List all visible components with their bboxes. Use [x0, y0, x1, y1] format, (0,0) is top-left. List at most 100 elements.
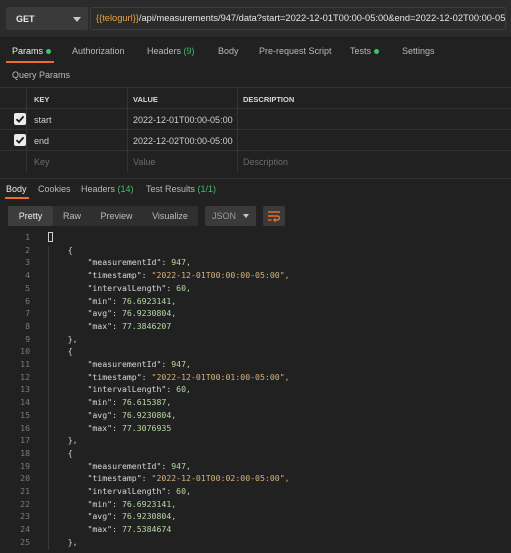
format-preview-button[interactable]: Preview — [91, 206, 142, 226]
tab-pre-request-script-label: Pre-request Script — [259, 46, 332, 56]
code-line: 22 "min": 76.6923141, — [0, 498, 511, 511]
code-text: "avg": 76.9230804, — [87, 409, 177, 420]
tab-tests-label: Tests — [350, 46, 372, 56]
tab-response-headers[interactable]: Headers (14) — [81, 184, 134, 194]
param-value-cell[interactable]: 2022-12-02T00:00-05:00 — [127, 130, 237, 151]
tab-body[interactable]: Body — [218, 46, 239, 56]
tab-headers[interactable]: Headers (9) — [147, 46, 195, 56]
table-row-new: Key Value Description — [0, 150, 511, 172]
json-value: 947, — [171, 257, 191, 268]
description-placeholder: Description — [243, 157, 289, 167]
wrap-lines-button[interactable] — [263, 206, 285, 226]
code-line: 6 "min": 76.6923141, — [0, 295, 511, 308]
code-line: 15 "avg": 76.9230804, — [0, 409, 511, 422]
json-value: 76.9230804, — [121, 511, 177, 522]
url-input[interactable]: {{telogurl}}/api/measurements/947/data?s… — [90, 7, 506, 30]
code-line: 25 }, — [0, 536, 511, 549]
active-response-tab-indicator — [5, 197, 29, 199]
line-number: 11 — [20, 359, 30, 369]
tab-headers-count: (9) — [183, 46, 195, 56]
param-value: 2022-12-02T00:00-05:00 — [133, 136, 233, 146]
code-text: "max": 77.5384674 — [87, 524, 172, 535]
line-number: 16 — [20, 422, 30, 433]
tab-response-body-label: Body — [6, 184, 27, 194]
tab-test-results[interactable]: Test Results (1/1) — [146, 184, 216, 194]
param-value: 2022-12-01T00:00-05:00 — [133, 115, 233, 125]
param-checkbox[interactable] — [14, 113, 26, 125]
header-description: DESCRIPTION — [243, 95, 295, 104]
check-icon — [15, 115, 25, 123]
json-key: "timestamp" — [87, 473, 142, 484]
method-select[interactable]: GET — [6, 7, 88, 30]
format-raw-button[interactable]: Raw — [53, 206, 91, 226]
new-key-input[interactable]: Key — [26, 151, 127, 172]
line-number: 25 — [20, 536, 30, 547]
tab-settings[interactable]: Settings — [402, 46, 435, 56]
code-line: 13 "intervalLength": 60, — [0, 383, 511, 396]
language-select[interactable]: JSON — [205, 206, 256, 226]
query-params-title: Query Params — [12, 70, 71, 80]
new-description-input[interactable]: Description — [237, 151, 511, 172]
response-toolbar: Pretty Raw Preview Visualize JSON — [0, 203, 511, 229]
json-key: "intervalLength" — [87, 384, 167, 395]
code-text: { — [48, 346, 73, 357]
new-value-input[interactable]: Value — [127, 151, 237, 172]
line-number: 12 — [20, 371, 30, 382]
code-text: "timestamp": "2022-12-01T00:00:00-05:00"… — [87, 270, 290, 281]
code-text: }, — [48, 333, 78, 344]
param-checkbox[interactable] — [14, 134, 26, 146]
tab-cookies[interactable]: Cookies — [38, 184, 71, 194]
param-description-cell[interactable] — [237, 109, 511, 130]
code-text: "min": 76.6923141, — [87, 295, 177, 306]
line-number: 3 — [25, 257, 30, 268]
tab-test-results-label: Test Results — [146, 184, 196, 194]
line-number: 13 — [20, 384, 30, 395]
tab-params-label: Params — [12, 46, 44, 56]
response-body-code[interactable]: 12 {3 "measurementId": 947, 4 "timestamp"… — [0, 231, 511, 553]
code-text: { — [48, 447, 73, 458]
json-key: "timestamp" — [87, 371, 142, 382]
line-number: 6 — [25, 295, 30, 306]
json-key: "intervalLength" — [87, 282, 167, 293]
tab-pre-request-script[interactable]: Pre-request Script — [259, 46, 332, 56]
tab-authorization[interactable]: Authorization — [72, 46, 125, 56]
line-number: 2 — [25, 244, 30, 255]
line-number: 8 — [25, 320, 30, 331]
code-line: 23 "avg": 76.9230804, — [0, 510, 511, 523]
json-key: "max" — [87, 524, 113, 535]
json-key: "min" — [87, 397, 113, 408]
tab-params[interactable]: Params — [12, 46, 52, 56]
line-number: 24 — [20, 524, 30, 535]
format-pretty-button[interactable]: Pretty — [8, 206, 53, 226]
line-number: 4 — [25, 270, 30, 281]
format-visualize-button[interactable]: Visualize — [142, 206, 198, 226]
code-line: 17 }, — [0, 434, 511, 447]
json-key: "timestamp" — [87, 270, 142, 281]
line-number: 23 — [20, 511, 30, 522]
tab-cookies-label: Cookies — [38, 184, 71, 194]
json-key: "avg" — [87, 511, 113, 522]
tab-settings-label: Settings — [402, 46, 435, 56]
chevron-down-icon — [243, 214, 249, 218]
code-line: 5 "intervalLength": 60, — [0, 282, 511, 295]
tests-status-dot-icon — [374, 49, 380, 55]
header-key-cell: KEY — [26, 88, 127, 109]
code-text — [48, 232, 53, 242]
check-icon — [15, 136, 25, 144]
tab-test-results-count: (1/1) — [197, 184, 217, 194]
param-key-cell[interactable]: end — [26, 130, 127, 151]
code-text: "intervalLength": 60, — [87, 282, 191, 293]
code-text: "timestamp": "2022-12-01T00:01:00-05:00"… — [87, 371, 290, 382]
param-value-cell[interactable]: 2022-12-01T00:00-05:00 — [127, 109, 237, 130]
param-key-cell[interactable]: start — [26, 109, 127, 130]
header-key: KEY — [34, 95, 50, 104]
code-line: 3 "measurementId": 947, — [0, 256, 511, 269]
code-text: "avg": 76.9230804, — [87, 308, 177, 319]
param-description-cell[interactable] — [237, 130, 511, 151]
line-number: 19 — [20, 460, 30, 471]
code-text: { — [48, 244, 73, 255]
header-value: VALUE — [133, 95, 158, 104]
table-row: start 2022-12-01T00:00-05:00 — [0, 108, 511, 130]
tab-tests[interactable]: Tests — [350, 46, 380, 56]
tab-response-body[interactable]: Body — [6, 184, 27, 194]
